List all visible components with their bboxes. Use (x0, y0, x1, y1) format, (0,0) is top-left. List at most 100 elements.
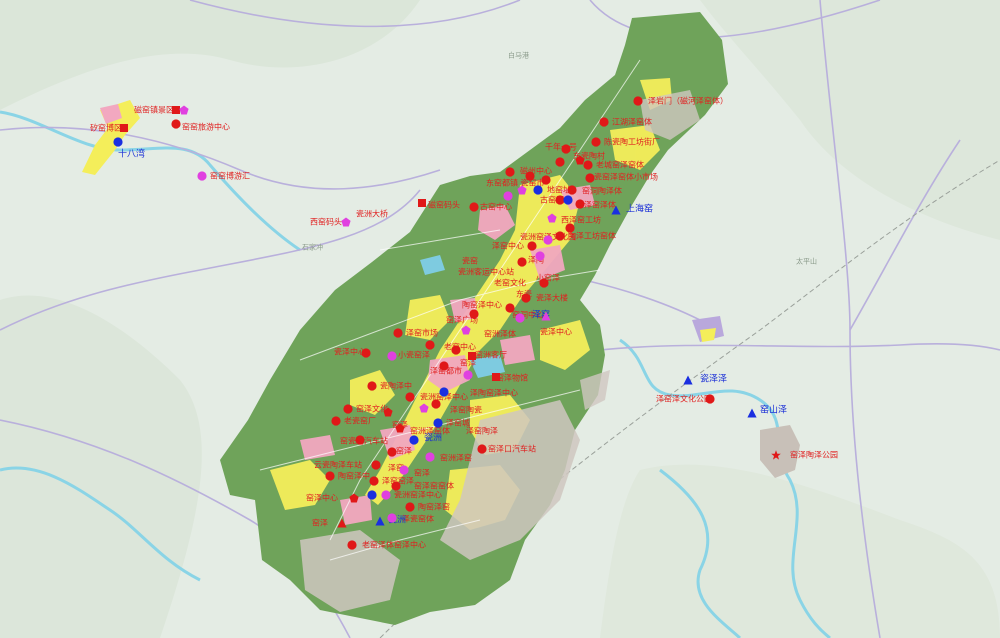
map-marker-circle-red-icon[interactable] (391, 481, 401, 491)
map-label: 瓷洲大桥 (356, 209, 388, 219)
map-label: 陈瓷陶工坊街厂 (604, 137, 660, 147)
map-marker-circle-red-icon[interactable] (591, 137, 601, 147)
map-marker-square-red-icon[interactable] (467, 351, 477, 361)
map-marker-circle-magenta-icon[interactable] (503, 191, 513, 201)
map-marker-star-red-icon[interactable] (771, 450, 781, 460)
map-label: 磁窑镇景区 (134, 105, 174, 115)
map-marker-circle-red-icon[interactable] (469, 202, 479, 212)
map-marker-circle-magenta-icon[interactable] (381, 490, 391, 500)
map-marker-circle-red-icon[interactable] (567, 185, 577, 195)
map-marker-circle-red-icon[interactable] (331, 416, 341, 426)
map-marker-circle-blue-icon[interactable] (367, 490, 377, 500)
map-marker-pentagon-red-icon[interactable] (383, 407, 393, 417)
map-marker-circle-red-icon[interactable] (367, 381, 377, 391)
map-marker-circle-magenta-icon[interactable] (197, 171, 207, 181)
map-view[interactable]: 磁窑镇景区 矽窑博区 窑窑旅游中心 十八湾 窑窑博游汇 西窑码头 瓷洲大桥 磁窑码头 泽岩门（磁… (0, 0, 1000, 638)
map-label: 窑洲泽窑 (440, 453, 472, 463)
map-label: 泽窑泽文化公园 (656, 394, 712, 404)
map-marker-circle-red-icon[interactable] (343, 404, 353, 414)
map-marker-circle-red-icon[interactable] (439, 361, 449, 371)
map-marker-circle-red-icon[interactable] (405, 392, 415, 402)
map-marker-circle-red-icon[interactable] (505, 303, 515, 313)
map-marker-circle-red-icon[interactable] (565, 223, 575, 233)
map-marker-pentagon-magenta-icon[interactable] (179, 105, 189, 115)
map-marker-circle-blue-icon[interactable] (113, 137, 123, 147)
map-marker-circle-red-icon[interactable] (387, 447, 397, 457)
map-marker-pentagon-magenta-icon[interactable] (517, 185, 527, 195)
map-marker-circle-red-icon[interactable] (575, 199, 585, 209)
map-label: 太平山 (796, 257, 817, 266)
map-label: 窑泽陶泽公园 (790, 450, 838, 460)
map-marker-circle-red-icon[interactable] (325, 471, 335, 481)
map-marker-circle-blue-icon[interactable] (563, 195, 573, 205)
map-marker-pentagon-magenta-icon[interactable] (341, 217, 351, 227)
map-marker-triangle-blue-icon[interactable] (683, 375, 693, 385)
map-marker-pentagon-magenta-icon[interactable] (419, 403, 429, 413)
map-marker-triangle-blue-icon[interactable] (747, 408, 757, 418)
map-marker-pentagon-red-icon[interactable] (395, 423, 405, 433)
map-marker-pentagon-magenta-icon[interactable] (547, 213, 557, 223)
map-marker-circle-red-icon[interactable] (527, 241, 537, 251)
map-marker-circle-red-icon[interactable] (469, 309, 479, 319)
map-marker-triangle-red-icon[interactable] (337, 518, 347, 528)
map-marker-circle-red-icon[interactable] (431, 399, 441, 409)
map-marker-circle-red-icon[interactable] (451, 345, 461, 355)
map-marker-circle-red-icon[interactable] (599, 117, 609, 127)
map-marker-circle-red-icon[interactable] (555, 231, 565, 241)
map-marker-circle-red-icon[interactable] (425, 340, 435, 350)
map-marker-square-red-icon[interactable] (417, 198, 427, 208)
map-marker-circle-red-icon[interactable] (171, 119, 181, 129)
map-marker-circle-red-icon[interactable] (369, 476, 379, 486)
map-marker-circle-red-icon[interactable] (705, 394, 715, 404)
map-label: 窑泽口汽车站 (488, 444, 536, 454)
map-marker-circle-blue-icon[interactable] (409, 435, 419, 445)
map-label: 十八湾 (118, 149, 146, 160)
map-marker-circle-blue-icon[interactable] (433, 418, 443, 428)
map-marker-pentagon-magenta-icon[interactable] (461, 325, 471, 335)
map-marker-circle-red-icon[interactable] (371, 460, 381, 470)
map-marker-circle-red-icon[interactable] (521, 293, 531, 303)
map-label: 磁窑码头 (428, 200, 460, 210)
map-marker-triangle-magenta-icon[interactable] (541, 311, 551, 321)
map-marker-circle-magenta-icon[interactable] (463, 370, 473, 380)
map-marker-circle-magenta-icon[interactable] (535, 251, 545, 261)
map-marker-circle-red-icon[interactable] (393, 328, 403, 338)
map-marker-circle-magenta-icon[interactable] (387, 351, 397, 361)
map-marker-circle-red-icon[interactable] (583, 160, 593, 170)
map-marker-circle-magenta-icon[interactable] (515, 313, 525, 323)
map-marker-square-red-icon[interactable] (119, 123, 129, 133)
map-marker-circle-red-icon[interactable] (633, 96, 643, 106)
map-label: 泽瓷窑体 (402, 514, 434, 524)
map-marker-triangle-blue-icon[interactable] (375, 516, 385, 526)
map-marker-circle-magenta-icon[interactable] (399, 465, 409, 475)
map-marker-circle-blue-icon[interactable] (533, 185, 543, 195)
map-marker-circle-red-icon[interactable] (541, 175, 551, 185)
map-marker-circle-magenta-icon[interactable] (543, 235, 553, 245)
map-marker-circle-red-icon[interactable] (561, 144, 571, 154)
map-marker-circle-magenta-icon[interactable] (425, 452, 435, 462)
map-marker-circle-magenta-icon[interactable] (387, 513, 397, 523)
map-label: 老城窑泽窑体 (596, 160, 644, 170)
map-marker-circle-red-icon[interactable] (585, 173, 595, 183)
map-label: 白马港 (508, 51, 529, 60)
map-label: 泽窑陶瓷 (450, 405, 482, 415)
map-marker-circle-red-icon[interactable] (477, 444, 487, 454)
map-marker-pentagon-red-icon[interactable] (349, 493, 359, 503)
map-marker-circle-red-icon[interactable] (355, 435, 365, 445)
map-marker-circle-red-icon[interactable] (517, 257, 527, 267)
map-marker-circle-red-icon[interactable] (505, 167, 515, 177)
map-marker-circle-blue-icon[interactable] (439, 387, 449, 397)
map-marker-square-red-icon[interactable] (491, 372, 501, 382)
map-label: 窑山泽 (760, 405, 788, 416)
map-label: 泽陶窑泽中心 (470, 388, 518, 398)
map-label: 窑洲泽体 (484, 329, 516, 339)
map-marker-circle-red-icon[interactable] (539, 278, 549, 288)
map-marker-triangle-blue-icon[interactable] (611, 205, 621, 215)
map-marker-circle-red-icon[interactable] (361, 348, 371, 358)
map-marker-circle-red-icon[interactable] (525, 171, 535, 181)
map-marker-circle-red-icon[interactable] (405, 502, 415, 512)
map-label: 瓷洲客运中心站 (458, 267, 514, 277)
map-marker-circle-red-icon[interactable] (555, 157, 565, 167)
map-marker-circle-red-icon[interactable] (347, 540, 357, 550)
map-label: 矽窑博区 (90, 123, 122, 133)
